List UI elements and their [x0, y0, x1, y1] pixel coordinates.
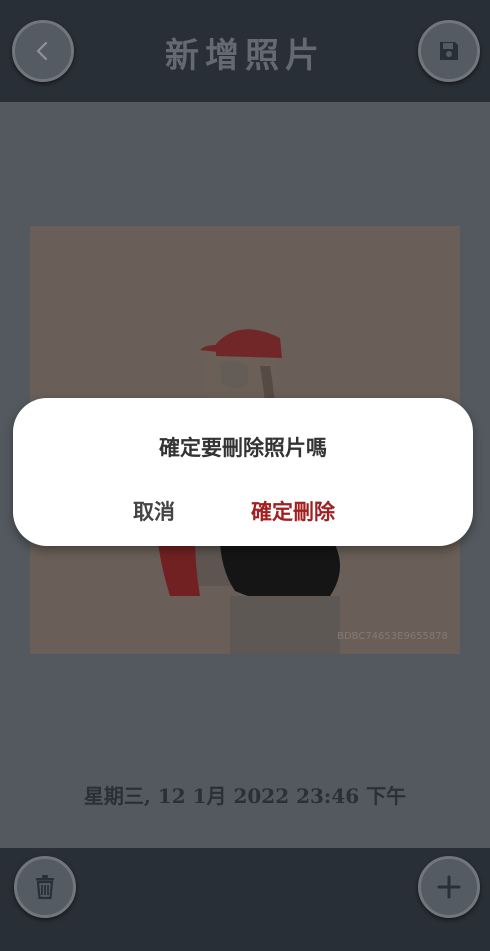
delete-confirm-dialog: 確定要刪除照片嗎 取消 確定刪除: [13, 398, 473, 546]
cancel-button[interactable]: 取消: [133, 496, 175, 526]
confirm-delete-button[interactable]: 確定刪除: [251, 496, 335, 526]
dialog-message: 確定要刪除照片嗎: [159, 435, 327, 460]
